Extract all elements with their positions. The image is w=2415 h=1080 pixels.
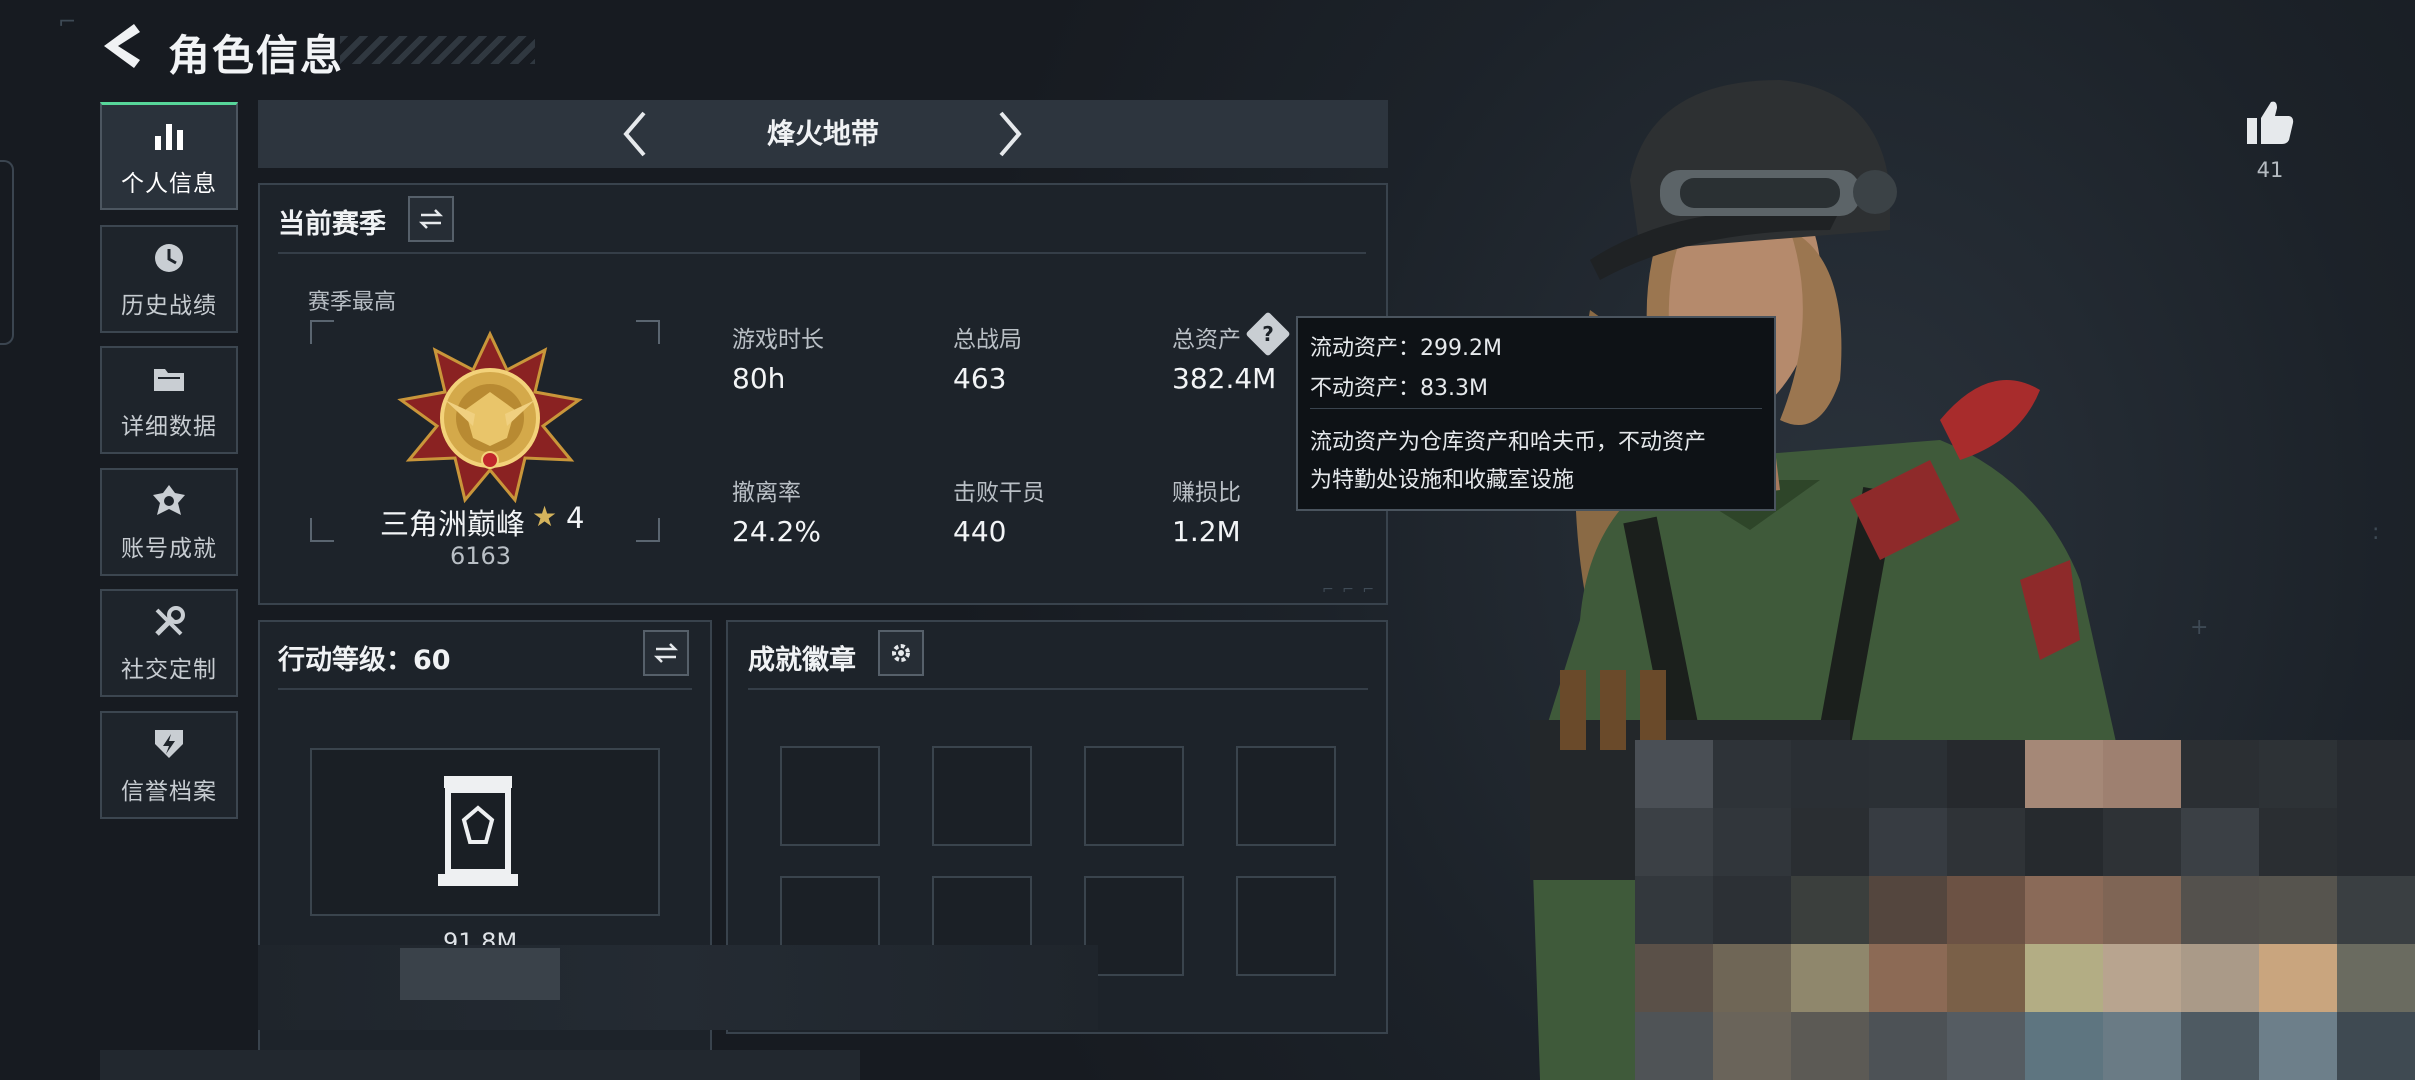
gear-icon (892, 644, 910, 662)
stat-value-extraction-rate: 24.2% (732, 515, 821, 548)
badge-slot[interactable] (780, 746, 880, 846)
divider (748, 688, 1368, 690)
back-arrow-icon (104, 24, 140, 68)
tooltip-description-line2: 为特勤处设施和收藏室设施 (1310, 468, 1575, 493)
next-map-button[interactable] (980, 104, 1040, 164)
frame-corner (636, 518, 660, 542)
rank-medal-icon (395, 330, 585, 510)
corner-mark: ⌐ (58, 10, 77, 35)
tooltip-description-line1: 流动资产为仓库资产和哈夫币，不动资产 (1310, 430, 1707, 455)
rank-stars: 4 (566, 501, 585, 535)
frame-corner (310, 320, 334, 344)
like-button[interactable] (2245, 98, 2295, 146)
folder-icon (149, 359, 189, 399)
badge-slot[interactable] (1236, 876, 1336, 976)
stat-value-matches: 463 (953, 362, 1007, 395)
divider (278, 688, 692, 690)
blurred-strip (100, 1050, 860, 1080)
corner-mark: : (2372, 520, 2380, 545)
sidebar-item-label: 社交定制 (121, 657, 217, 683)
chevron-left-icon (623, 111, 646, 157)
stat-value-kills: 440 (953, 515, 1007, 548)
stat-value-playtime: 80h (732, 362, 786, 395)
action-level-title: 行动等级：60 (278, 645, 451, 676)
season-best-label: 赛季最高 (308, 290, 397, 315)
like-count: 41 (2256, 158, 2284, 182)
wrench-icon (149, 602, 189, 642)
stat-label-extraction-rate: 撤离率 (732, 480, 801, 506)
achievement-icon (149, 481, 189, 521)
badge-slot[interactable] (1236, 746, 1336, 846)
bar-chart-icon (149, 116, 189, 156)
chevron-right-icon (999, 111, 1022, 157)
blurred-block (400, 948, 560, 1000)
help-icon[interactable]: ? (1252, 318, 1284, 350)
rank-name: 三角洲巅峰 (380, 507, 526, 541)
sidebar-item-label: 信誉档案 (121, 779, 217, 805)
stat-value-profit-ratio: 1.2M (1172, 515, 1241, 548)
sidebar-item-label: 历史战绩 (121, 293, 217, 319)
divider (278, 252, 1366, 254)
stat-value-total-assets: 382.4M (1172, 362, 1277, 395)
achievements-title: 成就徽章 (748, 645, 856, 676)
safe-box-icon (438, 772, 518, 890)
season-switch-button[interactable] (408, 196, 454, 242)
tooltip-divider (1310, 408, 1762, 409)
stat-label-profit-ratio: 赚损比 (1172, 480, 1241, 506)
stat-label-total-assets: 总资产 (1172, 327, 1241, 353)
season-title: 当前赛季 (278, 209, 386, 240)
rank-score: 6163 (450, 542, 512, 570)
side-edge-handle (0, 160, 14, 345)
badge-slot[interactable] (932, 746, 1032, 846)
sidebar-item-credit[interactable]: 信誉档案 (100, 711, 238, 819)
badge-slot[interactable] (1084, 746, 1184, 846)
credit-shield-icon (149, 724, 189, 764)
panel-corner-deco: ⌐ ⌐ ⌐ (1322, 582, 1377, 598)
stat-label-playtime: 游戏时长 (732, 327, 824, 353)
page-title: 角色信息 (168, 31, 345, 80)
badge-slot[interactable] (1084, 876, 1184, 976)
pixelated-overlay (1635, 740, 2415, 1080)
title-decoration (340, 36, 535, 64)
sidebar-item-achievements[interactable]: 账号成就 (100, 468, 238, 576)
action-level-switch-button[interactable] (643, 630, 689, 676)
sidebar-item-personal-info[interactable]: 个人信息 (100, 102, 238, 210)
frame-corner (636, 320, 660, 344)
sidebar-item-social[interactable]: 社交定制 (100, 589, 238, 697)
sidebar-item-detail-data[interactable]: 详细数据 (100, 346, 238, 454)
sidebar-item-label: 个人信息 (121, 170, 217, 197)
blurred-strip (258, 945, 1098, 1030)
swap-arrows-icon (418, 209, 444, 229)
sidebar-item-label: 账号成就 (121, 536, 217, 562)
achievements-settings-button[interactable] (878, 630, 924, 676)
thumbs-up-icon (2247, 101, 2294, 144)
tooltip-liquid-assets: 流动资产：299.2M (1310, 336, 1502, 361)
frame-corner (310, 518, 334, 542)
corner-mark: + (2190, 615, 2209, 640)
history-clock-icon (149, 238, 189, 278)
sidebar-item-label: 详细数据 (121, 414, 217, 440)
star-icon: ★ (532, 500, 558, 533)
back-button[interactable] (100, 20, 150, 80)
stat-label-matches: 总战局 (953, 327, 1022, 353)
stat-label-kills: 击败干员 (953, 480, 1045, 506)
swap-arrows-icon (653, 643, 679, 663)
tooltip-fixed-assets: 不动资产：83.3M (1310, 376, 1488, 401)
map-name: 烽火地带 (766, 117, 879, 150)
prev-map-button[interactable] (605, 104, 665, 164)
sidebar-item-history[interactable]: 历史战绩 (100, 225, 238, 333)
